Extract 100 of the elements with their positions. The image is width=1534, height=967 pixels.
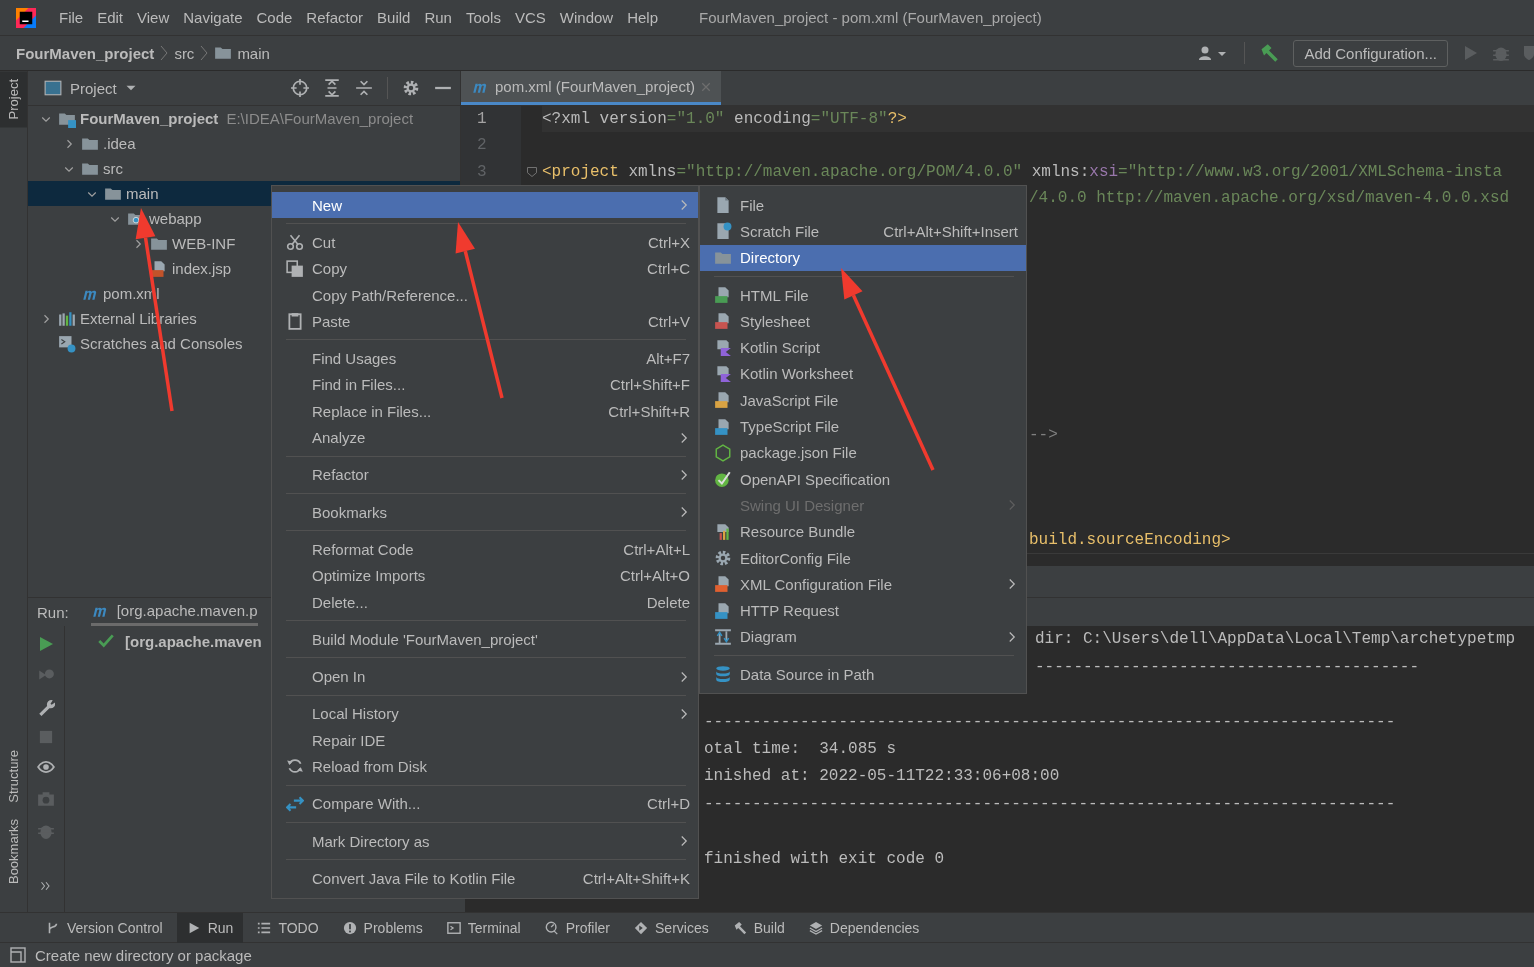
tool-window-tab[interactable]: Profiler xyxy=(534,912,620,943)
menu-item[interactable]: Refactor xyxy=(272,461,698,488)
menu-item[interactable]: Copy Ctrl+C xyxy=(272,255,698,282)
menu-item[interactable]: OpenAPI Specification xyxy=(700,465,1026,493)
tool-window-tab[interactable]: Terminal xyxy=(436,912,531,943)
side-tab[interactable]: Bookmarks xyxy=(0,810,27,892)
badged-file-icon xyxy=(714,575,732,594)
menu-item[interactable]: Copy Path/Reference... xyxy=(272,281,698,309)
menu-item[interactable]: Data Source in Path xyxy=(700,661,1026,688)
console-text: finished with exit code 0 xyxy=(704,849,945,868)
tool-window-tab[interactable]: Problems xyxy=(332,912,433,943)
menu-item[interactable]: HTTP Request xyxy=(700,597,1026,624)
crosshair-icon[interactable] xyxy=(291,79,309,97)
shortcut-text: Ctrl+Shift+R xyxy=(608,402,690,420)
menu-item[interactable]: Run xyxy=(417,5,459,30)
shortcut-text: Ctrl+D xyxy=(647,795,690,813)
tool-window-tab[interactable]: Dependencies xyxy=(798,912,930,943)
tool-window-tab[interactable]: Build xyxy=(722,912,795,943)
editor-tab[interactable]: pom.xml (FourMaven_project) xyxy=(461,71,722,105)
menu-item[interactable]: Resource Bundle xyxy=(700,518,1026,545)
shortcut-text: Ctrl+X xyxy=(647,233,690,251)
tree-item[interactable]: FourMaven_project E:\IDEA\FourMaven_project xyxy=(28,106,460,131)
resource-bundle-icon xyxy=(714,522,732,541)
breadcrumb-separator-icon xyxy=(160,44,169,62)
diagram-icon xyxy=(714,627,732,646)
menu-item[interactable]: XML Configuration File xyxy=(700,571,1026,598)
menu-item[interactable]: package.json File xyxy=(700,439,1026,466)
window-icon xyxy=(44,79,62,97)
menu-item[interactable]: Diagram xyxy=(700,623,1026,651)
menu-item[interactable]: Window xyxy=(552,5,621,30)
menu-item[interactable]: File xyxy=(700,192,1026,219)
copy-icon xyxy=(286,259,304,278)
breadcrumb[interactable]: main xyxy=(214,44,270,62)
tool-window-tab[interactable]: Services xyxy=(624,912,719,943)
side-tab[interactable]: Project xyxy=(0,71,27,128)
code-line: <project xmlns="http://maven.apache.org/POM/4.0.0" xmlns:xsi="http://www.w3.org/2001/XMLSchema-insta xyxy=(542,162,1503,181)
menu-item[interactable]: Open In xyxy=(272,663,698,690)
wrench-icon[interactable] xyxy=(37,698,55,717)
menu-item[interactable]: Reload from Disk xyxy=(272,753,698,780)
menu-item[interactable]: Directory xyxy=(700,244,1026,271)
menu-item[interactable]: File xyxy=(52,5,91,30)
menu-item[interactable]: New xyxy=(272,192,698,219)
shortcut-text: Ctrl+Alt+O xyxy=(619,567,690,585)
menu-item[interactable]: Tools xyxy=(458,5,508,30)
list-icon xyxy=(257,920,272,935)
menu-item[interactable]: Help xyxy=(620,5,666,30)
hammer-icon[interactable] xyxy=(1259,43,1280,63)
tool-window-tab[interactable]: Run xyxy=(176,912,244,943)
menu-item[interactable]: Replace in Files... Ctrl+Shift+R xyxy=(272,398,698,425)
run-config-tab[interactable]: [org.apache.maven.p xyxy=(90,598,258,627)
play-icon[interactable] xyxy=(38,636,54,653)
menu-item[interactable]: Stylesheet xyxy=(700,308,1026,335)
expand-all-icon[interactable] xyxy=(323,79,341,97)
settings-icon[interactable] xyxy=(402,79,420,97)
tree-item[interactable]: .idea xyxy=(28,131,460,156)
menu-item[interactable]: Kotlin Script xyxy=(700,334,1026,361)
menu-item[interactable]: Code xyxy=(249,5,300,30)
menu-item[interactable]: Bookmarks xyxy=(272,498,698,526)
breadcrumb[interactable]: FourMaven_project xyxy=(16,44,155,62)
more-icon[interactable] xyxy=(40,880,52,892)
breadcrumb[interactable]: src xyxy=(174,44,195,62)
menu-item[interactable]: View xyxy=(130,5,177,30)
menu-item[interactable]: Cut Ctrl+X xyxy=(272,229,698,256)
side-tab[interactable]: Structure xyxy=(0,742,27,811)
menu-item[interactable]: JavaScript File xyxy=(700,387,1026,414)
tool-window-tab[interactable]: TODO xyxy=(247,912,329,943)
menu-item[interactable]: VCS xyxy=(507,5,553,30)
menu-item[interactable]: Convert Java File to Kotlin File Ctrl+Alt+Shift+K xyxy=(272,865,698,892)
menu-item[interactable]: HTML File xyxy=(700,281,1026,309)
menu-item[interactable]: Scratch File Ctrl+Alt+Shift+Insert xyxy=(700,218,1026,245)
menu-item[interactable]: Optimize Imports Ctrl+Alt+O xyxy=(272,562,698,589)
menu-item[interactable]: Local History xyxy=(272,700,698,728)
menu-item[interactable]: Edit xyxy=(90,5,131,30)
menu-item[interactable]: Repair IDE xyxy=(272,727,698,754)
menu-item[interactable]: EditorConfig File xyxy=(700,544,1026,572)
database-icon xyxy=(714,665,732,684)
tool-window-tab[interactable]: Version Control xyxy=(36,912,173,943)
menu-item[interactable]: Delete... Delete xyxy=(272,588,698,616)
menu-item[interactable]: Build xyxy=(370,5,418,30)
menu-item[interactable]: Kotlin Worksheet xyxy=(700,360,1026,388)
menu-item[interactable]: Analyze xyxy=(272,424,698,451)
add-configuration-button[interactable]: Add Configuration... xyxy=(1293,39,1448,67)
line-number: 1 xyxy=(476,109,488,130)
menu-item[interactable]: TypeScript File xyxy=(700,413,1026,440)
fold-icon[interactable] xyxy=(525,165,538,178)
menu-item[interactable]: Paste Ctrl+V xyxy=(272,308,698,335)
panel-toggle-icon[interactable] xyxy=(10,947,26,963)
menu-item[interactable]: Refactor xyxy=(299,5,371,30)
menu-item[interactable]: Mark Directory as xyxy=(272,827,698,855)
path-text: E:\IDEA\FourMaven_project xyxy=(226,110,414,127)
menu-item[interactable]: Compare With... Ctrl+D xyxy=(272,790,698,817)
menu-item[interactable]: Find Usages Alt+F7 xyxy=(272,345,698,372)
menu-item[interactable]: Build Module 'FourMaven_project' xyxy=(272,626,698,653)
scratches-icon xyxy=(58,334,76,353)
menu-item[interactable]: Reformat Code Ctrl+Alt+L xyxy=(272,536,698,563)
collapse-all-icon[interactable] xyxy=(355,79,373,97)
menu-item[interactable]: Find in Files... Ctrl+Shift+F xyxy=(272,371,698,399)
tree-item[interactable]: src xyxy=(28,156,460,181)
compare-arrows-icon xyxy=(286,794,304,813)
menu-item[interactable]: Navigate xyxy=(176,5,250,30)
